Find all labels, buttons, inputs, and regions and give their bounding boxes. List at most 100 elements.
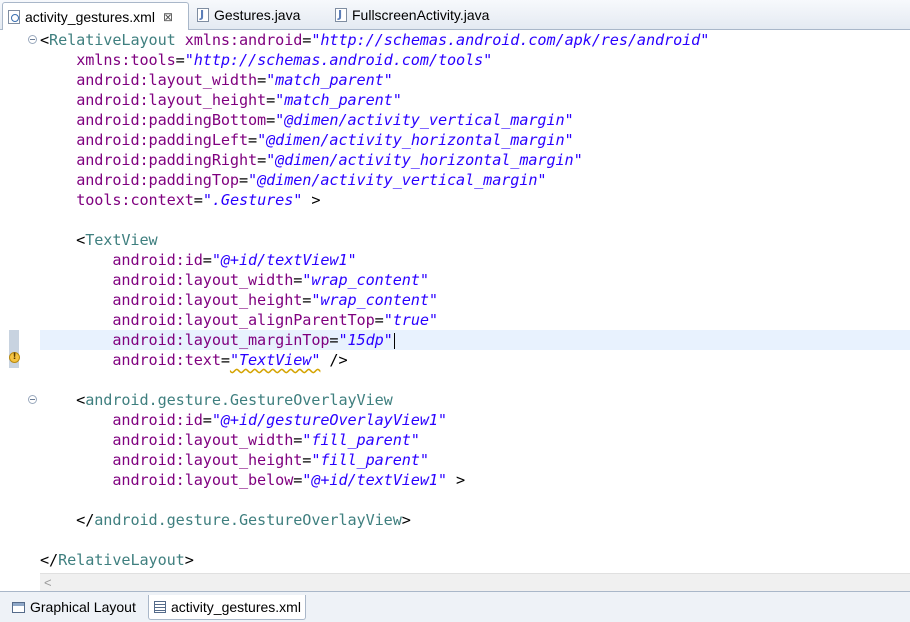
xml-punctuation	[40, 411, 112, 429]
code-line[interactable]: </android.gesture.GestureOverlayView>	[40, 510, 411, 530]
xml-attribute-value: "fill_parent"	[302, 431, 420, 449]
xml-punctuation	[40, 331, 112, 349]
tab-label: activity_gestures.xml	[171, 599, 301, 615]
code-line[interactable]: android:layout_alignParentTop="true"	[40, 310, 438, 330]
xml-punctuation: <	[40, 31, 50, 49]
tab-xml-source[interactable]: activity_gestures.xml	[148, 595, 306, 620]
xml-tag-name: RelativeLayout	[58, 551, 185, 569]
xml-attribute: android:layout_alignParentTop	[112, 311, 375, 329]
xml-punctuation: <	[40, 391, 86, 409]
xml-punctuation: </	[40, 551, 59, 569]
fold-collapse-icon[interactable]	[28, 35, 37, 44]
xml-attribute-value: ".Gestures"	[202, 191, 303, 209]
xml-punctuation: <	[40, 231, 86, 249]
xml-punctuation	[176, 31, 185, 49]
code-line[interactable]: <android.gesture.GestureOverlayView	[40, 390, 393, 410]
code-line[interactable]: android:layout_height="fill_parent"	[40, 450, 429, 470]
xml-punctuation: </	[40, 511, 95, 529]
xml-attribute-value: "@dimen/activity_vertical_margin"	[248, 171, 547, 189]
code-line[interactable]: xmlns:tools="http://schemas.android.com/…	[40, 50, 492, 70]
code-line[interactable]: tools:context=".Gestures" >	[40, 190, 320, 210]
close-tab-icon[interactable]: ⊠	[163, 10, 173, 24]
xml-punctuation: =	[238, 171, 249, 189]
xml-attribute-value: "@+id/textView1"	[302, 471, 447, 489]
xml-attribute-value: "@+id/gestureOverlayView1"	[211, 411, 447, 429]
xml-punctuation: >	[302, 191, 321, 209]
xml-attribute: android:text	[112, 351, 221, 369]
xml-tag-name: TextView	[85, 231, 158, 249]
xml-punctuation	[40, 291, 112, 309]
code-line[interactable]: android:id="@+id/gestureOverlayView1"	[40, 410, 447, 430]
xml-attribute: android:paddingTop	[76, 171, 239, 189]
code-line[interactable]: </RelativeLayout>	[40, 550, 194, 570]
code-line[interactable]: android:paddingLeft="@dimen/activity_hor…	[40, 130, 574, 150]
xml-attribute-value: "15dp"	[338, 331, 393, 349]
xml-attribute: android:paddingRight	[76, 151, 258, 169]
xml-punctuation: =	[257, 71, 267, 89]
xml-attribute-value: "@+id/textView1"	[211, 251, 357, 269]
xml-attribute: tools:context	[76, 191, 194, 209]
xml-tag-name: RelativeLayout	[49, 31, 176, 49]
code-line[interactable]: <TextView	[40, 230, 158, 250]
tab-label: FullscreenActivity.java	[352, 7, 490, 23]
xml-punctuation	[40, 111, 76, 129]
xml-punctuation: =	[266, 91, 276, 109]
xml-attribute-value: "http://schemas.android.com/apk/res/andr…	[311, 31, 710, 49]
code-line[interactable]: android:text="TextView" />	[40, 350, 347, 370]
xml-attribute-value: "true"	[383, 311, 438, 329]
xml-punctuation: =	[293, 271, 303, 289]
code-line[interactable]: android:layout_width="wrap_content"	[40, 270, 429, 290]
tab-gestures-java[interactable]: Gestures.java	[192, 2, 300, 28]
xml-punctuation	[40, 311, 112, 329]
xml-punctuation: =	[202, 251, 212, 269]
xml-punctuation: =	[193, 191, 203, 209]
xml-punctuation: =	[302, 31, 312, 49]
xml-punctuation	[40, 191, 76, 209]
code-line[interactable]: android:id="@+id/textView1"	[40, 250, 357, 270]
xml-punctuation: =	[374, 311, 384, 329]
code-line[interactable]: android:paddingBottom="@dimen/activity_v…	[40, 110, 574, 130]
xml-source-icon	[154, 601, 166, 613]
xml-punctuation: =	[293, 471, 303, 489]
editor-mode-tabs: Graphical Layout activity_gestures.xml	[0, 591, 910, 622]
xml-attribute: android:paddingBottom	[76, 111, 267, 129]
xml-attribute: android:layout_below	[112, 471, 294, 489]
code-line[interactable]: android:paddingRight="@dimen/activity_ho…	[40, 150, 583, 170]
xml-punctuation	[40, 451, 112, 469]
xml-punctuation	[40, 431, 112, 449]
tab-fullscreenactivity-java[interactable]: FullscreenActivity.java	[330, 2, 489, 28]
xml-attribute: xmlns:android	[184, 31, 303, 49]
code-line[interactable]: <RelativeLayout xmlns:android="http://sc…	[40, 30, 709, 50]
code-line[interactable]: android:layout_width="match_parent"	[40, 70, 393, 90]
xml-punctuation	[40, 351, 112, 369]
xml-punctuation: >	[446, 471, 466, 489]
xml-attribute-value: "wrap_content"	[302, 271, 429, 289]
xml-punctuation	[40, 471, 112, 489]
code-line[interactable]: android:layout_height="wrap_content"	[40, 290, 438, 310]
xml-attribute: android:id	[112, 411, 203, 429]
code-line[interactable]: android:layout_height="match_parent"	[40, 90, 402, 110]
tab-label: Gestures.java	[214, 7, 301, 23]
horizontal-scrollbar[interactable]: <	[40, 573, 910, 591]
xml-attribute-value: "wrap_content"	[311, 291, 438, 309]
code-line[interactable]: android:layout_below="@+id/textView1" >	[40, 470, 465, 490]
xml-attribute-value: "@dimen/activity_horizontal_margin"	[257, 131, 574, 149]
xml-punctuation: =	[248, 131, 258, 149]
xml-punctuation: =	[202, 411, 212, 429]
tab-graphical-layout[interactable]: Graphical Layout	[6, 595, 140, 619]
code-line[interactable]: android:paddingTop="@dimen/activity_vert…	[40, 170, 546, 190]
xml-attribute-value: "match_parent"	[266, 71, 393, 89]
xml-punctuation: =	[302, 291, 312, 309]
xml-attribute: android:layout_height	[76, 91, 267, 109]
code-line[interactable]: android:layout_marginTop="15dp"	[40, 330, 395, 350]
xml-punctuation: >	[401, 511, 411, 529]
xml-attribute: android:layout_height	[112, 451, 303, 469]
xml-attribute-value: "@dimen/activity_vertical_margin"	[275, 111, 574, 129]
java-file-icon	[197, 8, 209, 22]
code-line[interactable]: android:layout_width="fill_parent"	[40, 430, 420, 450]
xml-punctuation	[40, 91, 76, 109]
fold-collapse-icon[interactable]	[28, 395, 37, 404]
warning-icon[interactable]: !	[9, 352, 20, 363]
scroll-left-arrow-icon[interactable]: <	[44, 574, 52, 591]
tab-activity-gestures-xml[interactable]: activity_gestures.xml ⊠	[2, 2, 189, 30]
